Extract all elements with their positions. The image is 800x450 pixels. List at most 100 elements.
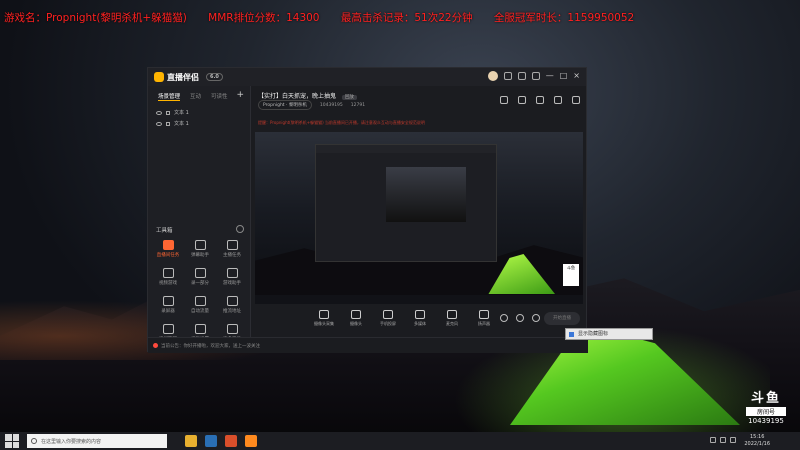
taskbar-search[interactable]: 在这里输入你要搜索的内容 [27,434,167,448]
close-button[interactable]: × [573,72,580,80]
search-icon [31,438,37,444]
app-titlebar[interactable]: 直播伴侣 6.0 — □ × [148,68,586,86]
tool-item[interactable]: 录屏器 [152,296,184,314]
control-label: 摄像头采集 [314,321,334,326]
ime-icon[interactable] [730,437,736,443]
media-button[interactable]: 多媒体 [408,310,432,327]
controller-icon [226,268,238,278]
settings-icon[interactable] [517,72,526,80]
layout-icon[interactable] [518,96,526,104]
tool-label: 录一部分 [191,281,209,286]
tool-label: 推流地址 [223,309,241,314]
settings-icon[interactable] [572,96,580,104]
toolbox-more-icon[interactable] [236,225,244,233]
speaker-button[interactable]: 扬声器 [472,310,496,327]
titlebar-icons: — □ × [487,71,580,81]
avatar[interactable] [487,71,498,81]
douyu-icon[interactable] [245,435,257,447]
tool-label: 录屏器 [161,309,175,314]
record-icon[interactable] [500,314,508,322]
file-explorer-icon[interactable] [185,435,197,447]
stream-preview[interactable]: 斗鱼 [255,132,583,304]
windows-start-icon[interactable] [5,434,19,448]
download-icon [194,268,206,278]
lock-icon[interactable] [554,96,562,104]
stream-icon [226,296,238,306]
taskbar-clock[interactable]: 15:16 2022/1/16 [744,434,770,448]
message-icon[interactable] [503,72,512,80]
steam-icon[interactable] [205,435,217,447]
tab-scenes[interactable]: 场景管理 [158,92,181,101]
eye-icon[interactable] [156,110,162,115]
add-scene-button[interactable]: + [236,90,244,100]
tool-item[interactable]: 自动流量 [184,296,216,314]
tool-item[interactable]: 视频游戏 [152,268,184,286]
start-live-button[interactable]: 开始直播 [544,312,580,325]
tool-item[interactable]: 游戏助手 [216,268,248,286]
capture-screen-button[interactable]: 摄像头采集 [312,310,336,327]
maximize-button[interactable]: □ [560,72,568,80]
room-icon [162,324,174,334]
tool-item[interactable]: 直播间任务 [152,240,184,258]
status-bar: 当前公告：你好开播啦，欢迎大家，送上一波关注 [148,337,588,353]
phone-icon [383,310,393,319]
app-icon[interactable] [225,435,237,447]
clock-time: 15:16 [749,434,765,440]
game-chip[interactable]: Propnight · 黎明杀机 [258,100,312,110]
mic-button[interactable]: 麦克风 [440,310,464,327]
tab-readability[interactable]: 可读性 [211,92,228,101]
preview-douyu-logo: 斗鱼 [563,264,579,286]
overlay-game: 游戏名：Propnight(黎明杀机+躲猫猫) [4,12,187,24]
source-label: 文本 1 [174,121,189,127]
tool-item[interactable]: 主播任务 [216,240,248,258]
status-dot-icon [153,343,158,348]
room-meta: Propnight · 黎明杀机 10439195 12791 [258,100,365,110]
tool-label: 游戏助手 [223,281,241,286]
windows-taskbar: 在这里输入你要搜索的内容 15:16 2022/1/16 [0,432,800,450]
app-name: 直播伴侣 [167,72,199,82]
camera-button[interactable]: 摄像头 [344,310,368,327]
source-label: 文本 1 [174,110,189,116]
source-item[interactable]: 文本 1 [148,107,250,118]
tab-interact[interactable]: 互动 [190,92,201,101]
tool-label: 自动流量 [191,309,209,314]
left-panel: 场景管理 互动 可读性 + 文本 1 文本 1 工具箱 直播间任务 弹幕助手 主… [148,86,251,353]
minimize-button[interactable]: — [546,72,554,80]
tool-item[interactable]: 推流地址 [216,296,248,314]
capture-controls: 摄像头采集 摄像头 手机投屏 多媒体 麦克风 扬声器 [312,310,496,327]
share-icon[interactable] [500,96,508,104]
preview-taskbar [255,295,583,304]
lock-icon[interactable] [166,121,170,126]
volume-icon[interactable] [720,437,726,443]
gear-icon[interactable] [532,314,540,322]
monitor-icon [319,310,329,319]
viewer-count: 10439195 [319,102,343,108]
tool-item[interactable]: 录一部分 [184,268,216,286]
toolbox-grid: 直播间任务 弹幕助手 主播任务 视频游戏 录一部分 游戏助手 录屏器 自动流量 … [152,240,248,342]
gift-icon [194,324,206,334]
tray-tooltip[interactable]: 显示隐藏图标 [565,328,653,340]
nested-app-preview [315,144,497,262]
app-logo-icon [154,72,164,82]
douyu-room-label: 房间号 [746,407,786,416]
speaker-icon [479,310,489,319]
media-icon [415,310,425,319]
taskbar-apps [185,435,257,447]
network-icon[interactable] [710,437,716,443]
scene-tabs: 场景管理 互动 可读性 [148,86,250,107]
skin-icon[interactable] [531,72,540,80]
tool-item[interactable]: 弹幕助手 [184,240,216,258]
phone-cast-button[interactable]: 手机投屏 [376,310,400,327]
more-icon [226,324,238,334]
streaming-app-window: 直播伴侣 6.0 — □ × 场景管理 互动 可读性 + 文本 1 文本 1 工… [147,67,588,353]
douyu-room-number: 10439195 [748,417,784,425]
status-text: 当前公告：你好开播啦，欢迎大家，送上一波关注 [161,343,260,349]
source-item[interactable]: 文本 1 [148,118,250,129]
lock-icon[interactable] [166,110,170,115]
overlay-total: 全服冠军时长：1159950052 [493,12,635,24]
mic-icon [447,310,457,319]
room-title[interactable]: 【实打】白天抓宠，晚上抽鬼 回放 [258,91,357,100]
bell-icon[interactable] [536,96,544,104]
timer-icon[interactable] [516,314,524,322]
eye-icon[interactable] [156,121,162,126]
